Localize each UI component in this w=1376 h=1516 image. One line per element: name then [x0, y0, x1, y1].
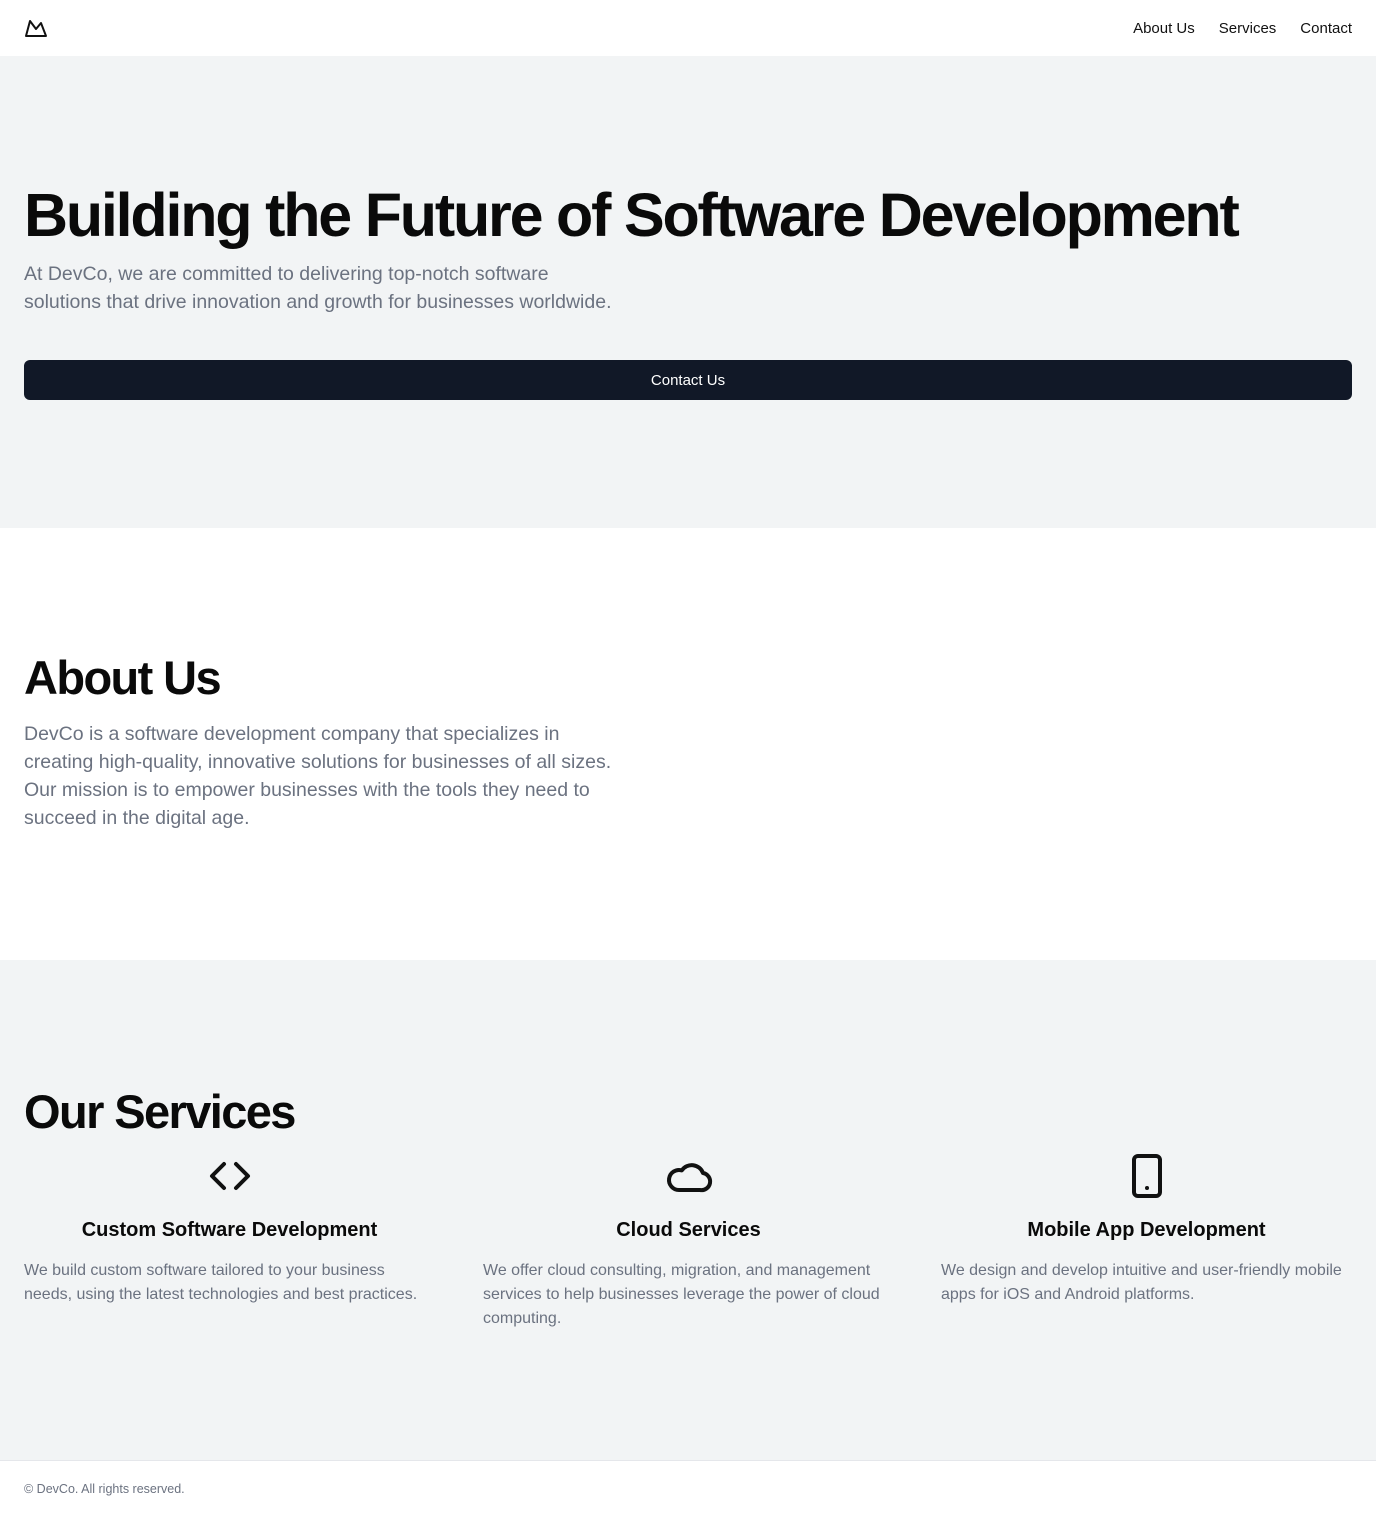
- contact-us-button[interactable]: Contact Us: [24, 360, 1352, 400]
- service-card-cloud: Cloud Services We offer cloud consulting…: [483, 1152, 894, 1331]
- nav-link-about[interactable]: About Us: [1133, 20, 1195, 37]
- mountain-icon: [25, 20, 47, 37]
- smartphone-icon: [1131, 1154, 1162, 1198]
- hero-description: At DevCo, we are committed to delivering…: [24, 263, 612, 313]
- services-title: Our Services: [24, 1085, 296, 1138]
- service-description: We build custom software tailored to you…: [24, 1262, 418, 1303]
- nav-link-services[interactable]: Services: [1219, 20, 1277, 37]
- main-nav: About Us Services Contact: [1133, 20, 1352, 37]
- about-description: DevCo is a software development company …: [24, 723, 612, 829]
- hero-section: Building the Future of Software Developm…: [0, 56, 1376, 528]
- service-title: Mobile App Development: [1027, 1219, 1266, 1241]
- logo-link[interactable]: [24, 16, 48, 40]
- about-title: About Us: [24, 651, 222, 704]
- site-footer: © DevCo. All rights reserved.: [0, 1460, 1376, 1516]
- service-description: We design and develop intuitive and user…: [941, 1262, 1342, 1303]
- service-title: Custom Software Development: [81, 1219, 378, 1241]
- cloud-icon: [666, 1163, 712, 1193]
- hero-title: Building the Future of Software Developm…: [24, 181, 1240, 249]
- service-card-mobile: Mobile App Development We design and dev…: [941, 1152, 1352, 1307]
- about-section: About Us DevCo is a software development…: [0, 528, 1376, 960]
- copyright-text: © DevCo. All rights reserved.: [24, 1481, 185, 1496]
- code-icon: [209, 1162, 250, 1190]
- service-card-custom-software: Custom Software Development We build cus…: [24, 1152, 435, 1307]
- site-header: About Us Services Contact: [0, 0, 1376, 56]
- nav-link-contact[interactable]: Contact: [1300, 20, 1352, 37]
- service-description: We offer cloud consulting, migration, an…: [483, 1262, 880, 1327]
- services-section: Our Services Custom Software Development…: [0, 960, 1376, 1460]
- service-title: Cloud Services: [616, 1219, 761, 1241]
